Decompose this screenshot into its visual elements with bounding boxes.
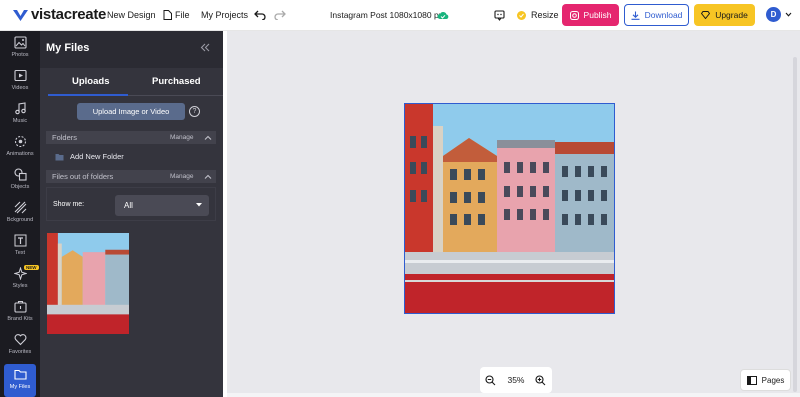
rail-label: Music — [12, 118, 28, 124]
chevron-up-icon[interactable] — [204, 134, 212, 142]
design-canvas[interactable] — [404, 103, 615, 314]
rail-item-photos[interactable]: Photos — [0, 36, 40, 66]
rail-label: Text — [14, 250, 26, 256]
bottom-strip — [227, 393, 800, 397]
diamond-icon — [701, 11, 711, 19]
avatar[interactable]: D — [766, 7, 781, 22]
logo-text: vistacreate — [31, 6, 107, 23]
animations-icon — [14, 135, 26, 148]
text-icon — [14, 234, 26, 247]
rail-item-brand-kits[interactable]: Brand Kits — [0, 300, 40, 330]
upload-button[interactable]: Upload Image or Video — [77, 103, 185, 120]
objects-icon — [13, 168, 27, 181]
file-icon — [163, 10, 172, 20]
music-icon — [14, 102, 26, 115]
resize-icon — [515, 9, 527, 21]
files-out-label: Files out of folders — [52, 172, 114, 181]
folder-icon — [13, 369, 27, 380]
comments-icon[interactable] — [493, 9, 505, 21]
rail-label: Animations — [6, 151, 34, 157]
zoom-control: 35% — [480, 367, 552, 393]
tab-purchased[interactable]: Purchased — [152, 76, 201, 87]
rail-item-objects[interactable]: Objects — [0, 168, 40, 198]
undo-icon[interactable] — [253, 9, 267, 21]
zoom-out-icon[interactable] — [485, 374, 496, 386]
active-tab-indicator — [48, 94, 128, 96]
publish-label: Publish — [583, 10, 612, 20]
rail-item-text[interactable]: Text — [0, 234, 40, 264]
left-rail: Photos Videos Music Animations Objects B… — [0, 31, 40, 397]
top-bar: vistacreate New Design File My Projects … — [0, 0, 800, 31]
rail-item-music[interactable]: Music — [0, 102, 40, 132]
collapse-panel-icon[interactable] — [200, 43, 210, 52]
rail-label: Bckground — [6, 217, 34, 223]
folders-header: Folders Manage — [46, 131, 216, 144]
rail-item-videos[interactable]: Videos — [0, 69, 40, 99]
file-menu[interactable]: File — [175, 10, 190, 20]
show-me-label: Show me: — [53, 201, 85, 208]
tab-uploads[interactable]: Uploads — [72, 76, 109, 87]
download-label: Download — [644, 10, 683, 20]
cloud-saved-icon — [437, 10, 449, 20]
rail-item-styles[interactable]: Styles NEW — [0, 265, 40, 297]
nyhavn-photo-thumbnail — [47, 233, 129, 334]
show-me-value: All — [124, 201, 133, 210]
folders-manage-button[interactable]: Manage — [170, 134, 194, 141]
rail-label: Brand Kits — [7, 316, 33, 322]
uploaded-image-thumbnail[interactable] — [47, 233, 129, 334]
publish-button[interactable]: Publish — [562, 4, 619, 26]
upgrade-button[interactable]: Upgrade — [694, 4, 755, 26]
zoom-in-icon[interactable] — [535, 374, 546, 386]
videos-icon — [13, 69, 27, 82]
rail-label: Styles — [12, 283, 28, 289]
my-projects-link[interactable]: My Projects — [201, 10, 248, 20]
download-icon — [631, 11, 640, 20]
add-new-folder-button[interactable]: Add New Folder — [55, 152, 124, 161]
rail-item-favorites[interactable]: Favorites — [0, 333, 40, 363]
add-folder-icon — [55, 153, 64, 160]
pages-icon — [746, 375, 757, 385]
files-out-of-folders-header: Files out of folders Manage — [46, 170, 216, 183]
pages-button[interactable]: Pages — [740, 369, 791, 391]
download-button[interactable]: Download — [624, 4, 689, 26]
rail-label: Videos — [11, 85, 29, 91]
files-manage-button[interactable]: Manage — [170, 173, 194, 180]
chevron-up-icon[interactable] — [204, 173, 212, 181]
folders-label: Folders — [52, 133, 78, 142]
add-new-folder-label: Add New Folder — [70, 152, 124, 161]
rail-label: Favorites — [8, 349, 32, 355]
rail-item-animations[interactable]: Animations — [0, 135, 40, 165]
logo-mark-icon — [13, 9, 28, 21]
instagram-icon — [569, 10, 579, 20]
new-badge: NEW — [24, 265, 39, 270]
rail-label: Photos — [11, 52, 29, 58]
photos-icon — [13, 36, 27, 49]
panel-title: My Files — [46, 42, 90, 54]
brand-kits-icon — [13, 300, 27, 313]
tab-divider — [128, 95, 223, 96]
chevron-down-icon[interactable] — [785, 11, 792, 18]
zoom-level[interactable]: 35% — [507, 375, 524, 385]
redo-icon[interactable] — [273, 9, 287, 21]
pages-label: Pages — [761, 375, 785, 385]
rail-item-background[interactable]: Bckground — [0, 201, 40, 231]
document-title[interactable]: Instagram Post 1080x1080 px — [330, 10, 443, 20]
rail-item-my-files[interactable]: My Files — [4, 364, 36, 397]
heart-icon — [14, 334, 26, 346]
vertical-scrollbar[interactable] — [792, 57, 798, 392]
resize-button[interactable]: Resize — [531, 10, 559, 20]
logo[interactable]: vistacreate — [13, 6, 106, 23]
dropdown-caret-icon — [196, 203, 202, 207]
new-design-link[interactable]: New Design — [107, 10, 156, 20]
rail-label: Objects — [10, 184, 30, 190]
background-icon — [14, 201, 26, 214]
show-me-select[interactable]: All — [115, 195, 209, 216]
nyhavn-photo — [405, 104, 614, 313]
help-icon[interactable]: ? — [189, 106, 200, 117]
rail-label: My Files — [9, 384, 31, 390]
upgrade-label: Upgrade — [715, 10, 748, 20]
